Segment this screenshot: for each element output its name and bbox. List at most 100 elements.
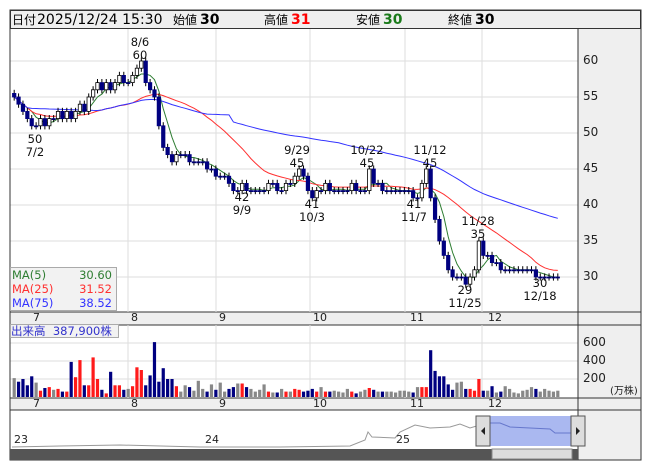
- volume-bar: [95, 379, 100, 397]
- candle: [362, 190, 368, 193]
- candle: [481, 240, 486, 256]
- volume-bar: [341, 392, 345, 397]
- candle: [375, 182, 381, 185]
- price-tick-label: 35: [583, 233, 599, 247]
- volume-bar: [69, 361, 73, 397]
- candle: [134, 67, 140, 76]
- volume-bar: [100, 389, 104, 397]
- nav-year-label: 23: [14, 433, 28, 446]
- candle: [555, 276, 560, 279]
- navigator-selection[interactable]: [482, 416, 578, 446]
- candle: [340, 190, 346, 193]
- candle: [143, 60, 148, 84]
- volume-bar: [468, 388, 472, 397]
- volume-bar: [183, 385, 187, 397]
- candle: [16, 96, 21, 105]
- volume-bar: [161, 368, 165, 397]
- volume-bar: [214, 389, 218, 397]
- candle: [209, 168, 214, 171]
- volume-bar: [543, 388, 547, 397]
- scrollbar-thumb[interactable]: [491, 448, 573, 460]
- candle: [25, 111, 30, 120]
- volume-bar: [490, 386, 494, 397]
- volume-bar: [459, 381, 463, 397]
- month-label: 9: [219, 311, 226, 324]
- volume-bar: [354, 393, 358, 397]
- volume-bar: [293, 388, 297, 397]
- candle: [275, 182, 280, 191]
- volume-bar: [398, 390, 402, 397]
- volume-bar: [472, 390, 477, 397]
- month-label: 12: [488, 397, 502, 410]
- month-label: 10: [313, 311, 327, 324]
- volume-bar: [380, 391, 385, 397]
- candle: [507, 269, 512, 272]
- candle: [152, 89, 157, 98]
- month-label: 9: [219, 397, 226, 410]
- candle: [183, 154, 188, 157]
- candle: [446, 254, 451, 271]
- candle: [261, 190, 267, 193]
- volume-bar: [139, 370, 143, 397]
- volume-bar: [170, 379, 174, 397]
- volume-bar: [363, 389, 367, 397]
- volume-bar: [47, 387, 51, 397]
- candle: [130, 75, 135, 84]
- candle: [503, 269, 508, 272]
- candle: [441, 240, 446, 256]
- candle: [380, 182, 385, 191]
- candle: [60, 111, 65, 120]
- volume-bar: [525, 389, 529, 397]
- volume-bar: [166, 379, 170, 397]
- volume-bar: [91, 357, 95, 397]
- volume-bar: [135, 367, 139, 397]
- volume-bar: [16, 381, 21, 397]
- volume-bar: [253, 391, 257, 397]
- volume-bar: [113, 385, 117, 397]
- candle: [257, 190, 262, 193]
- stock-chart: 日付 2025/12/24 15:30 始値 30 高値 31 安値 30 終値…: [0, 0, 653, 470]
- volume-bar: [446, 384, 450, 397]
- volume-bar: [249, 388, 253, 397]
- volume-bar: [345, 388, 349, 397]
- candle: [253, 190, 258, 193]
- volume-bar: [122, 389, 126, 397]
- volume-bar: [201, 388, 205, 397]
- annotation-high: 8/6 60: [130, 35, 150, 62]
- price-tick-label: 55: [583, 89, 599, 103]
- volume-bar: [521, 390, 525, 397]
- candle: [187, 154, 192, 163]
- candle: [349, 182, 354, 191]
- volume-bar: [367, 388, 371, 397]
- volume-bar: [34, 382, 38, 397]
- candle: [174, 154, 179, 163]
- candle: [86, 96, 91, 112]
- candle: [297, 168, 302, 177]
- navigator[interactable]: [10, 415, 586, 460]
- volume-bar: [385, 391, 389, 397]
- candle: [459, 276, 464, 279]
- candle: [402, 190, 407, 193]
- annotation-low: 42 9/9: [232, 190, 252, 217]
- candle: [336, 190, 341, 193]
- volume-bar: [179, 391, 183, 397]
- candle: [55, 111, 61, 120]
- candle: [327, 182, 332, 191]
- volume-bar: [437, 376, 442, 397]
- volume-bar: [78, 360, 82, 397]
- volume-bar: [297, 389, 301, 397]
- annotation-low: 41 11/7: [401, 197, 427, 224]
- volume-bar: [402, 390, 406, 397]
- volume-bar: [534, 388, 538, 397]
- volume-bar: [310, 388, 314, 397]
- annotation-high: 11/28 35: [461, 214, 495, 241]
- candle: [169, 154, 175, 163]
- volume-bar: [52, 389, 56, 397]
- volume-bar: [174, 386, 178, 397]
- candle: [428, 168, 433, 199]
- candle: [472, 269, 477, 278]
- candle: [112, 82, 118, 91]
- candle: [213, 168, 218, 177]
- volume-bar: [271, 392, 275, 397]
- nav-year-label: 24: [205, 433, 219, 446]
